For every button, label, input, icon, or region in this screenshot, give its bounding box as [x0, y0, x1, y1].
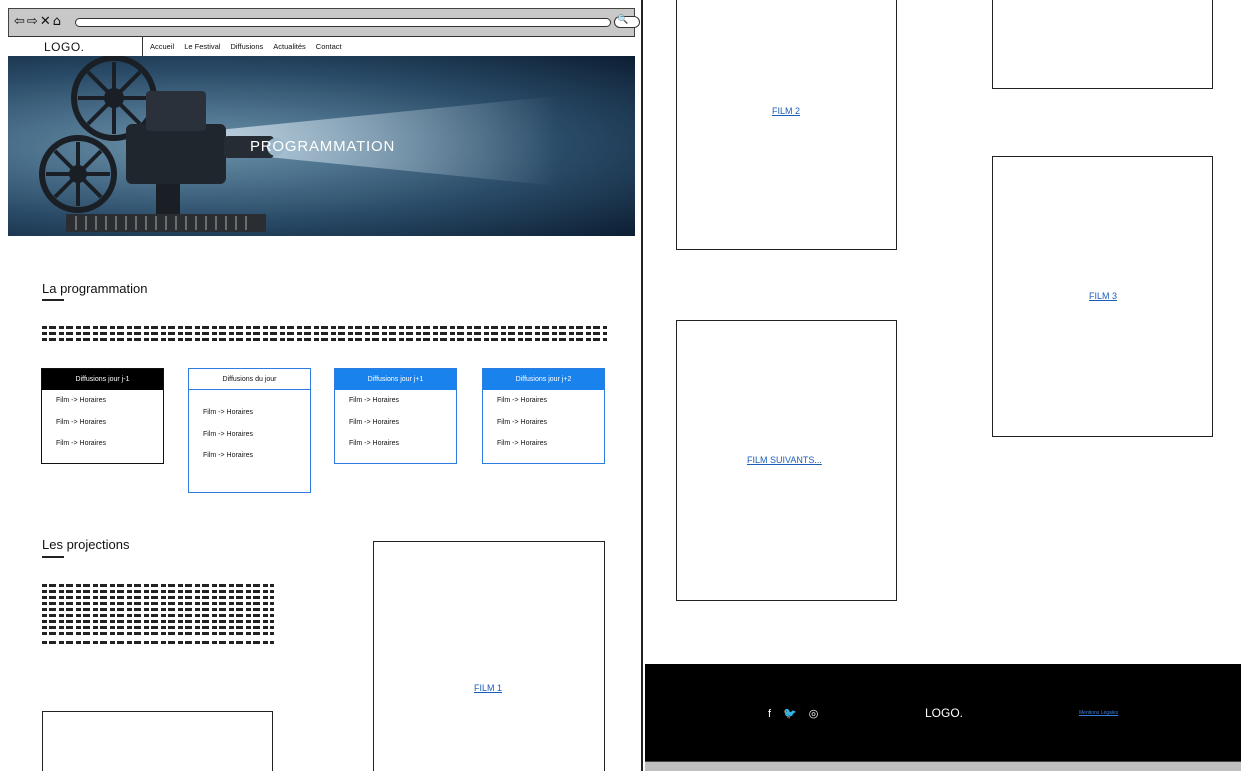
diffusion-box-header: Diffusions jour j+1 — [335, 369, 456, 390]
film-1-link[interactable]: FILM 1 — [474, 683, 502, 693]
hero-banner: PROGRAMMATION — [8, 56, 635, 236]
diffusion-box-j-plus-1[interactable]: Diffusions jour j+1 Film -> Horaires Fil… — [334, 368, 457, 464]
menu-item-le-festival[interactable]: Le Festival — [184, 42, 220, 51]
right-panel: FILM 2 FILM 3 FILM SUIVANTS... f 🐦 ◎ LOG… — [645, 0, 1241, 771]
list-item[interactable]: Film -> Horaires — [56, 439, 163, 461]
film-card-2[interactable]: FILM 2 — [676, 0, 897, 250]
diffusion-box-j-plus-2[interactable]: Diffusions jour j+2 Film -> Horaires Fil… — [482, 368, 605, 464]
list-item[interactable]: Film -> Horaires — [349, 396, 456, 418]
logo-cell[interactable]: LOGO. — [8, 37, 143, 57]
list-item[interactable]: Film -> Horaires — [203, 408, 310, 430]
film-card-3[interactable]: FILM 3 — [992, 156, 1213, 437]
film-2-link[interactable]: FILM 2 — [772, 106, 800, 116]
diffusion-box-header: Diffusions jour j-1 — [42, 369, 163, 390]
twitter-icon[interactable]: 🐦 — [783, 707, 797, 720]
list-item[interactable]: Film -> Horaires — [349, 418, 456, 440]
back-arrow-icon[interactable]: ⇦ — [14, 14, 25, 29]
menu-item-accueil[interactable]: Accueil — [150, 42, 174, 51]
legal-notice-link[interactable]: Mentions Légales — [1079, 710, 1118, 716]
menu-item-contact[interactable]: Contact — [316, 42, 342, 51]
list-item[interactable]: Film -> Horaires — [203, 451, 310, 473]
list-item[interactable]: Film -> Horaires — [497, 439, 604, 461]
logo: LOGO. — [44, 40, 85, 54]
browser-search-button[interactable]: 🔍 — [614, 14, 640, 28]
site-header: LOGO. Accueil Le Festival Diffusions Act… — [8, 36, 635, 57]
close-icon[interactable]: ✕ — [40, 14, 51, 29]
diffusion-box-today[interactable]: Diffusions du jour Film -> Horaires Film… — [188, 368, 311, 493]
left-panel: ⇦ ⇨ ✕ ⌂ 🔍 LOGO. Accueil Le Festival Diffusi… — [0, 0, 643, 771]
menu-item-actualites[interactable]: Actualités — [273, 42, 306, 51]
facebook-icon[interactable]: f — [768, 708, 771, 720]
programmation-title: La programmation — [42, 281, 148, 296]
browser-nav-buttons: ⇦ ⇨ ✕ ⌂ — [14, 14, 63, 30]
list-item[interactable]: Film -> Horaires — [56, 418, 163, 440]
programmation-placeholder-text — [42, 326, 607, 344]
search-icon: 🔍 — [617, 14, 629, 24]
site-footer: f 🐦 ◎ LOGO. Mentions Légales — [645, 664, 1241, 761]
forward-arrow-icon[interactable]: ⇨ — [27, 14, 38, 29]
projections-title: Les projections — [42, 537, 130, 552]
film-card-1[interactable]: FILM 1 — [373, 541, 605, 771]
list-item[interactable]: Film -> Horaires — [203, 430, 310, 452]
film-card-previous[interactable] — [992, 0, 1213, 89]
film-3-link[interactable]: FILM 3 — [1089, 291, 1117, 301]
film-card-next[interactable]: FILM SUIVANTS... — [676, 320, 897, 601]
list-item[interactable]: Film -> Horaires — [497, 396, 604, 418]
projections-placeholder-text — [42, 584, 274, 647]
social-links: f 🐦 ◎ — [768, 707, 819, 721]
menu-item-diffusions[interactable]: Diffusions — [230, 42, 263, 51]
main-menu: Accueil Le Festival Diffusions Actualité… — [150, 42, 342, 51]
browser-toolbar: ⇦ ⇨ ✕ ⌂ 🔍 — [8, 8, 640, 36]
hero-title: PROGRAMMATION — [250, 138, 396, 155]
footer-logo[interactable]: LOGO. — [925, 706, 963, 720]
projections-title-underline — [42, 556, 64, 558]
list-item[interactable]: Film -> Horaires — [56, 396, 163, 418]
home-icon[interactable]: ⌂ — [53, 14, 61, 29]
window-bottom-bar — [645, 761, 1241, 771]
url-bar[interactable] — [75, 18, 611, 27]
list-item[interactable]: Film -> Horaires — [497, 418, 604, 440]
diffusion-box-j-minus-1[interactable]: Diffusions jour j-1 Film -> Horaires Fil… — [41, 368, 164, 464]
film-next-link[interactable]: FILM SUIVANTS... — [747, 455, 822, 465]
diffusion-box-header: Diffusions jour j+2 — [483, 369, 604, 390]
programmation-title-underline — [42, 299, 64, 301]
diffusion-box-header: Diffusions du jour — [189, 369, 310, 390]
film-card-placeholder[interactable] — [42, 711, 273, 771]
instagram-icon[interactable]: ◎ — [809, 707, 819, 720]
list-item[interactable]: Film -> Horaires — [349, 439, 456, 461]
